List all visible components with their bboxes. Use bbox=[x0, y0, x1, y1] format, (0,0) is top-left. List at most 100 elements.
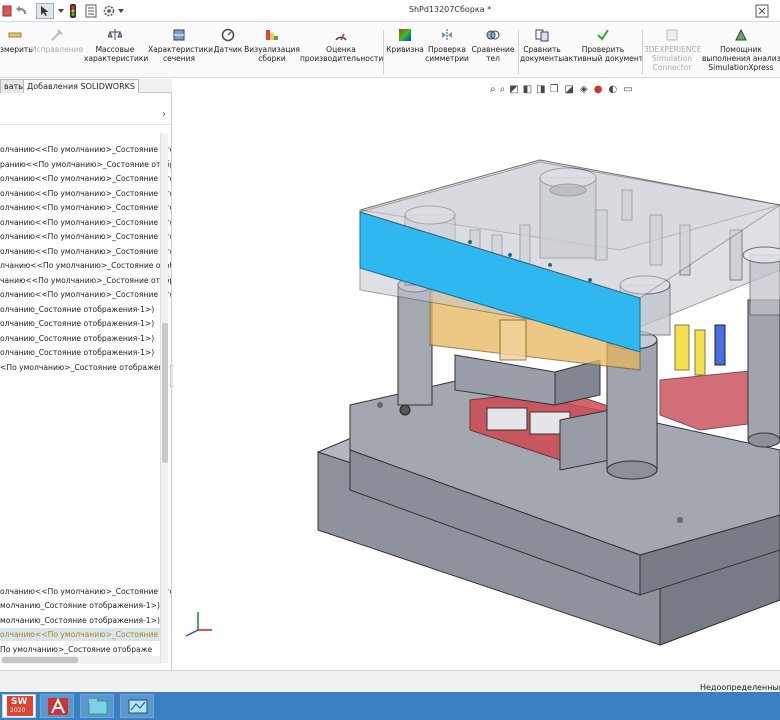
tree-item[interactable]: олчанию<<По умолчанию>_Состояние отобр bbox=[0, 201, 171, 214]
performance-evaluation-button[interactable]: Оценка производительности bbox=[300, 28, 383, 76]
edit-appearance-icon[interactable]: ● bbox=[594, 84, 603, 95]
tree-item[interactable]: чанию<<По умолчанию>_Состояние отобр bbox=[0, 274, 171, 287]
mass-properties-label: Массовые характеристики bbox=[84, 45, 149, 63]
hide-show-items-icon[interactable]: ◈ bbox=[580, 84, 588, 95]
section-view-icon[interactable]: ◧ bbox=[523, 84, 532, 95]
save-icon[interactable] bbox=[2, 3, 12, 19]
compare-documents-icon bbox=[535, 29, 549, 42]
undo-icon[interactable] bbox=[14, 3, 30, 19]
mass-properties-button[interactable]: Массовые характеристики bbox=[84, 28, 149, 76]
graphics-viewport[interactable] bbox=[173, 96, 780, 670]
compare-documents-button[interactable]: Сравнить документы bbox=[520, 28, 564, 76]
symmetry-check-label: Проверка симметрии bbox=[425, 45, 469, 63]
tree-filter-row: › bbox=[0, 107, 171, 125]
tree-item-selected[interactable]: олчанию<<По умолчанию>_Состояние о bbox=[0, 628, 165, 641]
options-dropdown-icon[interactable] bbox=[118, 3, 124, 19]
previous-view-icon[interactable]: ◩ bbox=[509, 84, 518, 95]
taskbar-autocad[interactable] bbox=[40, 694, 74, 718]
tree-item[interactable]: олчанию<<По умолчанию>_Состояние отобр bbox=[0, 187, 171, 200]
apply-scene-icon[interactable]: ◐ bbox=[608, 84, 617, 95]
status-bar: Недоопределенный bbox=[0, 670, 780, 692]
tree-item[interactable]: По умолчанию>_Состояние отображе bbox=[0, 643, 152, 656]
sensor-button[interactable]: Датчик bbox=[212, 28, 244, 76]
performance-evaluation-icon bbox=[335, 33, 347, 41]
options-gear-icon[interactable] bbox=[102, 3, 116, 19]
tree-item[interactable]: олчанию_Состояние отображения-1>) bbox=[0, 303, 154, 316]
sensor-label: Датчик bbox=[213, 45, 243, 54]
check-active-document-button[interactable]: Проверить активный документ bbox=[564, 28, 644, 76]
chevron-right-icon[interactable]: › bbox=[162, 109, 166, 120]
section-properties-button[interactable]: Характеристики сечения bbox=[148, 28, 214, 76]
tree-item[interactable]: олчанию<<По умолчанию>_Состояние отоб bbox=[0, 288, 171, 301]
traffic-light-icon[interactable] bbox=[68, 3, 78, 19]
help-search-icon[interactable] bbox=[754, 3, 770, 19]
symmetry-check-icon bbox=[442, 29, 452, 41]
section-properties-icon bbox=[173, 29, 185, 41]
assembly-visualization-icon bbox=[266, 30, 278, 40]
simulation-connector-icon bbox=[666, 29, 678, 41]
tree-item[interactable]: молчанию_Состояние отображения-1>) bbox=[0, 599, 160, 612]
tree-item[interactable]: олчанию<<По умолчанию>_Состояние отобр bbox=[0, 216, 171, 229]
dropdown-icon[interactable] bbox=[58, 3, 64, 19]
compare-documents-label: Сравнить документы bbox=[520, 45, 565, 63]
tree-item[interactable]: олчанию_Состояние отображения-1>) bbox=[0, 317, 154, 330]
simulationxpress-label: Помощник выполнения анализа SimulationXp… bbox=[702, 45, 780, 72]
view-settings-icon[interactable]: ▭ bbox=[623, 84, 632, 95]
tree-item[interactable]: олчанию<<По умолчанию>_Состояние ото bbox=[0, 585, 171, 598]
section-properties-label: Характеристики сечения bbox=[148, 45, 214, 63]
tab-solidworks-addins[interactable]: Добавления SOLIDWORKS bbox=[23, 79, 139, 93]
heads-up-view-toolbar: ⌕ ⌕ ◩ ◧ ◨ ❐ ◪ ◈ ● ◐ ▭ bbox=[490, 82, 633, 96]
view-orientation-icon[interactable]: ❐ bbox=[550, 84, 559, 95]
assembly-visualization-button[interactable]: Визуализация сборки bbox=[244, 28, 300, 76]
ribbon-separator bbox=[518, 30, 519, 74]
app-window-icon bbox=[128, 698, 148, 715]
fix-label: Исправление bbox=[30, 45, 84, 54]
scrollbar-thumb[interactable] bbox=[162, 323, 168, 463]
tree-item[interactable]: олчанию_Состояние отображения-1>) bbox=[0, 332, 154, 345]
sw-badge-text: SW bbox=[11, 697, 28, 707]
tree-horizontal-scrollbar[interactable] bbox=[0, 656, 160, 664]
document-properties-icon[interactable] bbox=[84, 3, 98, 19]
check-active-document-label: Проверить активный документ bbox=[564, 45, 644, 63]
assembly-visualization-label: Визуализация сборки bbox=[244, 45, 300, 63]
tree-item[interactable]: <По умолчанию>_Состояние отображени bbox=[0, 361, 168, 374]
zoom-to-area-icon[interactable]: ⌕ bbox=[500, 84, 506, 95]
tree-item[interactable]: олчанию<<По умолчанию>_Состояние отоб bbox=[0, 245, 171, 258]
measure-button[interactable]: змерить bbox=[0, 28, 33, 76]
solidworks-logo-icon: SW 2020 bbox=[7, 696, 33, 716]
simulationxpress-button[interactable]: Помощник выполнения анализа SimulationXp… bbox=[702, 28, 780, 76]
tree-item[interactable]: молчанию_Состояние отображения-1>) bbox=[0, 614, 160, 627]
symmetry-check-button[interactable]: Проверка симметрии bbox=[424, 28, 470, 76]
curvature-button[interactable]: Кривизна bbox=[386, 28, 424, 76]
curvature-label: Кривизна bbox=[386, 45, 424, 54]
windows-taskbar: SW 2020 bbox=[0, 692, 780, 720]
scrollbar-thumb[interactable] bbox=[2, 657, 78, 663]
command-manager-ribbon: змерить Исправление Массовые характерист… bbox=[0, 22, 780, 78]
measure-label: змерить bbox=[0, 45, 33, 54]
dynamic-annotation-icon[interactable]: ◨ bbox=[536, 84, 545, 95]
select-icon[interactable] bbox=[36, 3, 54, 19]
tree-item[interactable]: ранию<<По умолчанию>_Состояние отобр bbox=[0, 158, 171, 171]
command-manager-tabs: вать Добавления SOLIDWORKS bbox=[0, 79, 172, 93]
display-style-icon[interactable]: ◪ bbox=[565, 84, 574, 95]
measure-icon bbox=[8, 32, 22, 38]
fix-button[interactable]: Исправление bbox=[30, 28, 84, 76]
tree-vertical-scrollbar[interactable] bbox=[160, 133, 168, 663]
curvature-icon bbox=[399, 29, 411, 41]
simulation-connector-button[interactable]: 3DEXPERIENCE Simulation Connector bbox=[644, 28, 701, 76]
tree-item[interactable]: лчанию<<По умолчанию>_Состояние отоб bbox=[0, 259, 171, 272]
taskbar-app[interactable] bbox=[120, 694, 154, 718]
taskbar-explorer[interactable] bbox=[80, 694, 114, 718]
tree-item[interactable]: олчанию<<По умолчанию>_Состояние отобр bbox=[0, 172, 171, 185]
folder-icon bbox=[88, 698, 108, 715]
compare-bodies-button[interactable]: Сравнение тел bbox=[470, 28, 516, 76]
tree-item[interactable]: олчанию<<По умолчанию>_Состояние отоб bbox=[0, 143, 171, 156]
tree-item[interactable]: олчанию<<По умолчанию>_Состояние отоб bbox=[0, 230, 171, 243]
scale-icon bbox=[108, 29, 122, 40]
taskbar-solidworks[interactable]: SW 2020 bbox=[2, 694, 36, 718]
tree-item[interactable]: олчанию_Состояние отображения-1>) bbox=[0, 346, 154, 359]
coordinate-triad bbox=[185, 612, 212, 637]
check-active-document-icon bbox=[597, 29, 609, 41]
ribbon-separator bbox=[642, 30, 643, 74]
zoom-to-fit-icon[interactable]: ⌕ bbox=[490, 84, 496, 95]
